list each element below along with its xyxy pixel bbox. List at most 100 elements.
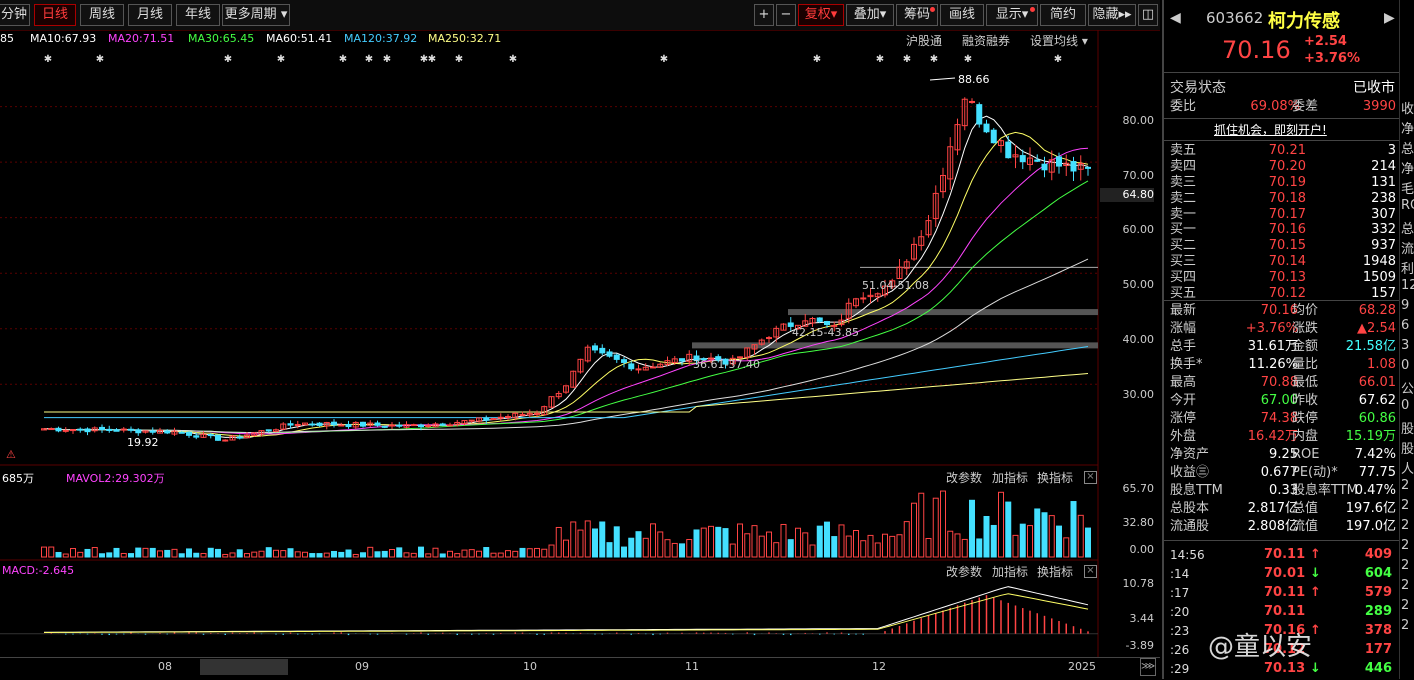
event-marker-icon: ✱ [365,54,373,65]
trading-status-value: 已收市 [1353,80,1395,96]
ex-rights-marker-icon: ⚠ [6,448,16,461]
stat-label: 最新 [1170,303,1197,318]
edge-label: RO [1401,198,1414,213]
candle-body [969,100,975,103]
candle-body [294,423,301,426]
tick-volume: 378 [1364,623,1392,638]
volume-bar [149,547,156,558]
candle-body [106,428,113,432]
next-stock-icon[interactable]: ▶ [1384,10,1395,26]
volume-bar [505,550,511,558]
stat-label: 内盘 [1292,429,1319,444]
macd-axis-bottom: -3.89 [1125,639,1154,652]
candlesticks [41,97,1091,442]
stat-value: 74.38 [1260,411,1298,426]
volume-bar [613,526,620,558]
trading-status-label: 交易状态 [1170,80,1226,96]
stat-row: 最新 70.16 均价 68.28 [1170,302,1396,320]
event-marker-icon: ✱ [930,54,938,65]
edge-label: 2 [1401,578,1410,593]
volume-bar [135,547,142,558]
volume-bar [113,547,120,558]
macd-add-indicator-button[interactable]: 加指标 [992,563,1028,580]
vol-add-indicator-button[interactable]: 加指标 [992,469,1028,486]
volume-bar [889,535,896,558]
volume-bar [526,548,533,558]
tick-price: 70.11 [1264,547,1306,562]
volume-bar [555,526,562,558]
candle-body [265,429,272,432]
kline-chart[interactable]: ✱ ✱ ✱ ✱ ✱ ✱ ✱ ✱ ✱ ✱ ✱ ✱ ✱ ✱ ✱ ✱ ✱ ✱ [0,0,1160,679]
volume-bar [287,548,294,558]
tick-volume: 177 [1364,642,1392,657]
edge-label: 9 [1401,298,1410,313]
candle-body [505,416,511,419]
open-account-banner[interactable]: 抓住机会，即刻开户! [1214,121,1327,138]
stat-label: 今开 [1170,393,1197,408]
vol-change-params-button[interactable]: 改参数 [946,469,982,486]
volume-bar [497,552,504,558]
level-annotation: 36.61-37.40 [693,358,760,371]
volume-bar [128,553,134,558]
candle-body [621,359,627,363]
prev-stock-icon[interactable]: ◀ [1170,10,1181,26]
volume-bar [903,521,910,558]
x-tick: 11 [685,660,699,673]
stat-value: 11.26% [1248,357,1298,372]
volume-bar [323,552,330,558]
stat-value: 2.808亿 [1247,519,1298,534]
candle-body [628,363,635,370]
f10-side-strip[interactable]: 收净总净毛RO总流利129630公0股股人22222222 [1399,0,1414,679]
candle-body [497,416,504,419]
macd-switch-indicator-button[interactable]: 换指标 [1037,563,1073,580]
volume-bar [809,544,816,558]
tick-row: :20 70.11 289 [1170,603,1396,621]
volume-bar [1070,501,1077,558]
stat-value: 15.19万 [1345,429,1396,444]
vol-switch-indicator-button[interactable]: 换指标 [1037,469,1073,486]
stat-row: 流通股 2.808亿 流值 197.0亿 [1170,518,1396,536]
stat-label: 跌停 [1292,411,1319,426]
volume-bar [157,550,163,558]
volume-bar [787,539,794,558]
volume-bar [48,546,55,558]
volume-bar [744,533,751,558]
volume-bar [106,552,113,558]
volume-bar [91,547,98,558]
volume-bar [396,547,403,558]
tick-volume: 604 [1364,566,1392,581]
scroll-right-icon[interactable]: ⋙ [1140,658,1156,676]
tick-arrow-icon: ↑ [1310,585,1321,600]
tick-price: 70.11 [1264,604,1306,619]
macd-legend: MACD:-2.645 [2,564,75,577]
volume-bar [142,547,149,558]
volume-bar [853,530,859,558]
volume-bar [1085,527,1091,558]
x-tick: 2025 [1068,660,1096,673]
volume-bar [1034,508,1041,558]
price-axis-30: 30.00 [1122,388,1155,401]
stat-value: 1.08 [1367,357,1396,372]
candle-body [236,436,243,439]
divider [1164,118,1399,119]
macd-change-params-button[interactable]: 改参数 [946,563,982,580]
candle-body [1034,159,1041,162]
volume-bar [84,548,91,558]
volume-bar [410,552,417,558]
tick-volume: 409 [1364,547,1392,562]
time-scrollbar[interactable] [200,659,288,675]
volume-bar [70,548,76,558]
stat-row: 净资产 9.25 ROE 7.42% [1170,446,1396,464]
volume-bar [925,537,932,558]
volume-bar [186,548,192,558]
candle-body [592,345,598,351]
close-icon[interactable]: × [1084,471,1097,484]
candle-body [215,434,221,441]
volume-bar [331,550,337,558]
stat-row: 总手 31.61万 金额 21.58亿 [1170,338,1396,356]
volume-bar [381,550,388,558]
close-icon[interactable]: × [1084,565,1097,578]
candle-body [1085,166,1091,169]
tick-row: :17 70.11 ↑ 579 [1170,584,1396,602]
price-change-pct: +3.76% [1304,51,1360,66]
